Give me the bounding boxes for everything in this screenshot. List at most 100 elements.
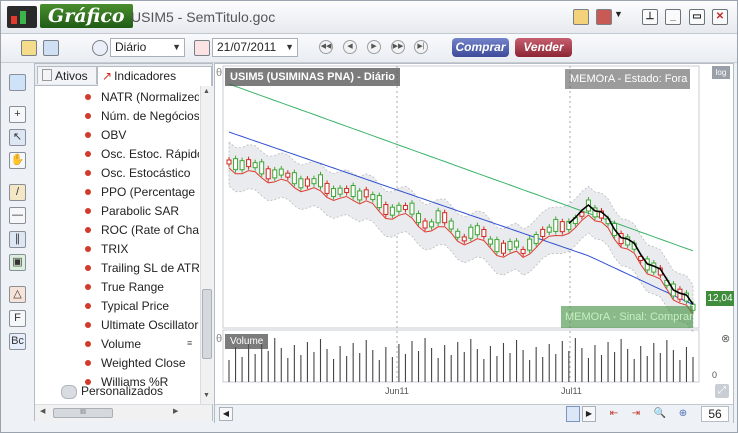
list-item[interactable]: Typical Price [35, 297, 199, 316]
zoom-out-icon[interactable]: 🔍 [653, 407, 667, 421]
palette-icon[interactable] [596, 9, 612, 25]
fibonacci-icon[interactable]: △ [9, 286, 26, 303]
list-item[interactable]: OBV [35, 126, 199, 145]
list-item[interactable]: PPO (Percentage Price Oscillator) [35, 183, 199, 202]
scroll-down-icon[interactable]: ▼ [203, 392, 210, 399]
scroll-left-icon[interactable]: ◀ [219, 407, 233, 421]
zoom-out-bars-icon[interactable]: ⇤ [607, 407, 621, 421]
sell-button[interactable]: Vender [515, 38, 572, 57]
horizontal-scroll-thumb[interactable]: III [53, 408, 113, 418]
indicator-label: TRIX [101, 242, 129, 256]
candle-body [370, 194, 376, 201]
list-item[interactable]: Osc. Estocástico [35, 164, 199, 183]
first-button[interactable]: ◀◀ [319, 40, 333, 54]
candle-body [344, 187, 350, 193]
indicator-label: ROC (Rate of Change) [101, 223, 199, 237]
star-icon[interactable] [573, 9, 589, 25]
horizontal-line-icon[interactable]: — [9, 207, 26, 224]
candle-body [442, 212, 448, 224]
zoom-in-icon[interactable]: ⊕ [676, 407, 690, 421]
zoom-value[interactable]: 56 [701, 406, 729, 422]
list-item[interactable]: True Range [35, 278, 199, 297]
last-button[interactable]: ▶| [414, 40, 428, 54]
chevron-down-icon: ▼ [172, 42, 181, 52]
drawing-tools: + ↖ ✋ / — ∥ ▣ △ F Bc [6, 74, 32, 404]
price-chart-svg[interactable]: θθ [215, 64, 733, 402]
minimize-button[interactable]: _ [665, 9, 681, 25]
candle-body [559, 221, 565, 233]
indicator-bullet-icon [85, 151, 91, 157]
indicator-label: Parabolic SAR [101, 204, 180, 218]
trendline-icon[interactable]: / [9, 184, 26, 201]
close-pane-icon[interactable]: ⊗ [721, 332, 730, 345]
list-item[interactable]: Parabolic SAR [35, 202, 199, 221]
candle-body [520, 248, 526, 254]
rectangle-icon[interactable]: ▣ [9, 254, 26, 271]
candle-body [487, 238, 493, 245]
list-item[interactable]: ROC (Rate of Change) [35, 221, 199, 240]
price-pane-title: USIM5 (USIMINAS PNA) - Diário [225, 68, 401, 86]
save-icon[interactable] [43, 40, 59, 56]
indicator-horizontal-scrollbar[interactable]: ◀ III ▶ [35, 404, 212, 421]
list-item[interactable]: Núm. de Negócios [35, 107, 199, 126]
formula-icon[interactable]: F [9, 310, 26, 327]
chevron-down-icon[interactable]: ▼ [614, 9, 630, 25]
indicator-bullet-icon [85, 360, 91, 366]
resize-icon[interactable]: ⤢ [715, 384, 729, 398]
tab-ativos[interactable]: Ativos [37, 66, 97, 84]
candle-body [527, 238, 533, 251]
candle-body [402, 204, 408, 210]
indicator-vertical-scrollbar[interactable]: ▲ ▼ [200, 86, 213, 404]
indicator-bullet-icon [85, 132, 91, 138]
scroll-left-icon[interactable]: ◀ [40, 407, 45, 415]
open-folder-icon[interactable] [21, 40, 37, 56]
tab-indicadores-label: Indicadores [114, 69, 177, 83]
next-button[interactable]: ▶ [367, 40, 381, 54]
close-button[interactable]: ✕ [712, 9, 728, 25]
grip-icon: ≡ [187, 338, 193, 348]
pointer-icon[interactable]: ↖ [9, 129, 26, 146]
select-window-icon[interactable] [9, 74, 26, 91]
indicators-panel: Ativos ↗Indicadores NATR (Normalized ATR… [34, 63, 213, 421]
list-item[interactable]: Ultimate Oscillator [35, 316, 199, 335]
candle-body [435, 210, 441, 224]
period-select[interactable]: Diário ▼ [110, 38, 185, 57]
indicator-list: NATR (Normalized ATR) Núm. de Negócios OBV… [35, 86, 199, 404]
candle-body [461, 236, 467, 242]
scroll-right-icon[interactable]: ▶ [173, 407, 178, 415]
date-select[interactable]: 21/07/2011 ▼ [212, 38, 298, 57]
channel-icon[interactable]: ∥ [9, 231, 26, 248]
list-item[interactable]: Weighted Close [35, 354, 199, 373]
crosshair-icon[interactable]: + [9, 106, 26, 123]
list-item[interactable]: NATR (Normalized ATR) [35, 88, 199, 107]
candle-body [481, 229, 487, 238]
fast-forward-button[interactable]: ▶▶ [391, 40, 405, 54]
x-label-jun: Jun11 [385, 386, 409, 396]
last-price-tag: 12,04 [706, 291, 734, 306]
chart-area[interactable]: θθ USIM5 (USIMINAS PNA) - Diário MEMOrA … [214, 63, 734, 423]
scroll-thumb[interactable] [202, 289, 212, 359]
list-item[interactable]: Volume ≡ [35, 335, 199, 354]
list-item[interactable]: Trailing SL de ATR [35, 259, 199, 278]
zoom-in-bars-icon[interactable]: ⇥ [629, 407, 643, 421]
hand-icon[interactable]: ✋ [9, 152, 26, 169]
text-icon[interactable]: Bc [9, 333, 26, 350]
scroll-up-icon[interactable]: ▲ [203, 88, 210, 95]
candle-body [317, 174, 323, 188]
maximize-button[interactable]: ▭ [689, 9, 705, 25]
candle-body [272, 169, 278, 179]
volume-pane-title: Volume [225, 334, 269, 349]
list-item[interactable]: Osc. Estoc. Rápido [35, 145, 199, 164]
list-item[interactable]: TRIX [35, 240, 199, 259]
indicator-label: Ultimate Oscillator [101, 318, 199, 332]
candle-body [376, 195, 382, 209]
buy-button[interactable]: Comprar [452, 38, 509, 57]
pin-icon[interactable]: ⊥ [642, 9, 658, 25]
play-icon[interactable]: ▶ [582, 406, 596, 422]
indicator-bullet-icon [85, 303, 91, 309]
tab-indicadores[interactable]: ↗ Indicadores [97, 66, 212, 86]
previous-button[interactable]: ◀ [343, 40, 357, 54]
log-scale-button[interactable]: log [712, 66, 730, 79]
indicator-bullet-icon [85, 341, 91, 347]
single-pane-icon[interactable] [566, 406, 580, 422]
